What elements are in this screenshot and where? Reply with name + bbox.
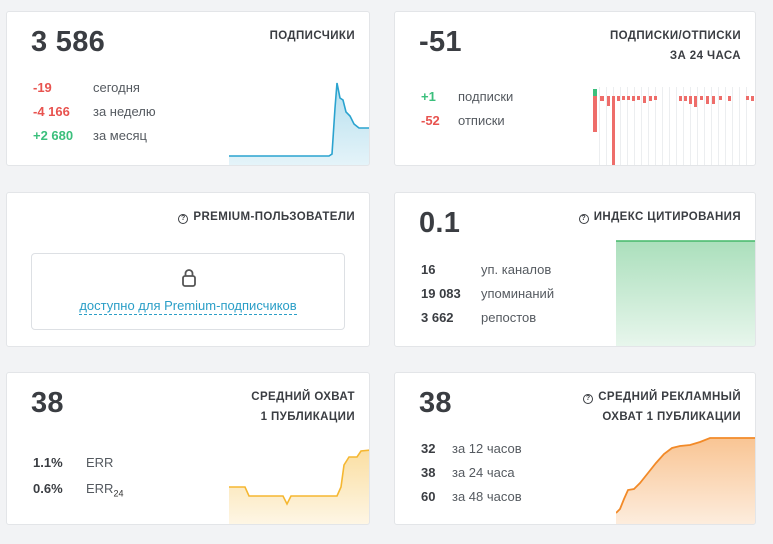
stat-label: за 12 часов (452, 441, 522, 456)
question-icon[interactable]: ? (178, 214, 189, 224)
avg-reach-card: 38 СРЕДНИЙ ОХВАТ 1 ПУБЛИКАЦИИ 1.1% ERR 0.… (6, 372, 370, 525)
title-line-1: СРЕДНИЙ РЕКЛАМНЫЙ (598, 391, 741, 403)
avg-reach-value: 38 (31, 387, 64, 419)
stat-value: 0.6% (33, 481, 63, 496)
ad-reach-area-chart (616, 437, 755, 524)
stat-value: -52 (421, 113, 440, 128)
premium-users-title: ? PREMIUM-ПОЛЬЗОВАТЕЛИ (178, 207, 355, 227)
stat-row-week: -4 166 за неделю (33, 100, 156, 124)
stat-label: за неделю (93, 104, 156, 119)
premium-subscribe-link[interactable]: доступно для Premium-подписчиков (79, 298, 297, 315)
ad-reach-title: ? СРЕДНИЙ РЕКЛАМНЫЙ ОХВАТ 1 ПУБЛИКАЦИИ (583, 387, 741, 427)
stat-label: за месяц (93, 128, 147, 143)
premium-title-text: PREMIUM-ПОЛЬЗОВАТЕЛИ (193, 211, 355, 223)
stat-row-24h: 38 за 24 часа (421, 461, 515, 485)
title-line-1: СРЕДНИЙ ОХВАТ (251, 391, 355, 403)
stat-value: -19 (33, 80, 52, 95)
stat-row-today: -19 сегодня (33, 76, 140, 100)
stat-label: за 48 часов (452, 489, 522, 504)
citation-title-text: ИНДЕКС ЦИТИРОВАНИЯ (593, 211, 741, 223)
lock-icon (182, 269, 196, 287)
stat-label: подписки (458, 89, 514, 104)
stat-row-err: 1.1% ERR (33, 451, 113, 475)
stat-value: 19 083 (421, 286, 461, 301)
subscribers-count: 3 586 (31, 26, 106, 58)
citation-area-chart (616, 240, 755, 346)
stat-label: отписки (458, 113, 505, 128)
subscribers-title: ПОДПИСЧИКИ (269, 30, 355, 42)
stat-value: 3 662 (421, 310, 454, 325)
stat-label: ERR (86, 455, 114, 470)
subs-unsubs-title: ПОДПИСКИ/ОТПИСКИ ЗА 24 ЧАСА (610, 26, 741, 66)
stat-row-channels: 16 уп. каналов (421, 258, 551, 282)
stat-value: 60 (421, 489, 436, 504)
stat-label: репостов (481, 310, 537, 325)
title-line-1: ПОДПИСКИ/ОТПИСКИ (609, 30, 741, 42)
subscribers-card: 3 586 ПОДПИСЧИКИ -19 сегодня -4 166 за нед… (6, 11, 370, 166)
stat-row-48h: 60 за 48 часов (421, 485, 522, 509)
stat-row-month: +2 680 за месяц (33, 124, 147, 148)
stat-value: +1 (421, 89, 436, 104)
citation-index-card: 0.1 ? ИНДЕКС ЦИТИРОВАНИЯ 16 уп. каналов 19… (394, 192, 756, 347)
stat-value: 1.1% (33, 455, 63, 470)
stat-row-err24: 0.6% ERR24 (33, 477, 123, 506)
question-icon[interactable]: ? (583, 394, 594, 404)
title-line-2: ЗА 24 ЧАСА (669, 50, 741, 62)
subs-unsubs-bar-chart (593, 87, 754, 165)
stat-value: -4 166 (33, 104, 70, 119)
stat-label: сегодня (93, 80, 140, 95)
stat-value: 38 (421, 465, 436, 480)
stat-value: +2 680 (33, 128, 74, 143)
ad-reach-card: 38 ? СРЕДНИЙ РЕКЛАМНЫЙ ОХВАТ 1 ПУБЛИКАЦИИ… (394, 372, 756, 525)
subscribers-sparkline (229, 82, 369, 165)
stat-row-unsubscriptions: -52 отписки (421, 109, 505, 133)
title-line-2: ОХВАТ 1 ПУБЛИКАЦИИ (602, 411, 741, 423)
stat-subscript: 24 (113, 488, 124, 499)
premium-lock-box: доступно для Premium-подписчиков (31, 253, 345, 330)
stat-row-12h: 32 за 12 часов (421, 437, 522, 461)
question-icon[interactable]: ? (578, 214, 589, 224)
stat-row-reposts: 3 662 репостов (421, 306, 536, 330)
stat-label: ERR (86, 481, 114, 496)
stat-row-subscriptions: +1 подписки (421, 85, 513, 109)
stat-value: 16 (421, 262, 436, 277)
citation-index-value: 0.1 (419, 207, 461, 239)
ad-reach-value: 38 (419, 387, 452, 419)
premium-users-card: ? PREMIUM-ПОЛЬЗОВАТЕЛИ доступно для Premi… (6, 192, 370, 347)
avg-reach-title: СРЕДНИЙ ОХВАТ 1 ПУБЛИКАЦИИ (251, 387, 355, 427)
subs-unsubs-card: -51 ПОДПИСКИ/ОТПИСКИ ЗА 24 ЧАСА +1 подпис… (394, 11, 756, 166)
stat-label: упоминаний (481, 286, 555, 301)
stat-label: за 24 часа (452, 465, 515, 480)
title-line-2: 1 ПУБЛИКАЦИИ (260, 411, 355, 423)
stat-value: 32 (421, 441, 436, 456)
avg-reach-area-chart (229, 449, 369, 524)
stat-label: уп. каналов (481, 262, 552, 277)
subs-unsubs-total: -51 (419, 26, 462, 58)
stat-row-mentions: 19 083 упоминаний (421, 282, 554, 306)
citation-index-title: ? ИНДЕКС ЦИТИРОВАНИЯ (578, 207, 741, 227)
